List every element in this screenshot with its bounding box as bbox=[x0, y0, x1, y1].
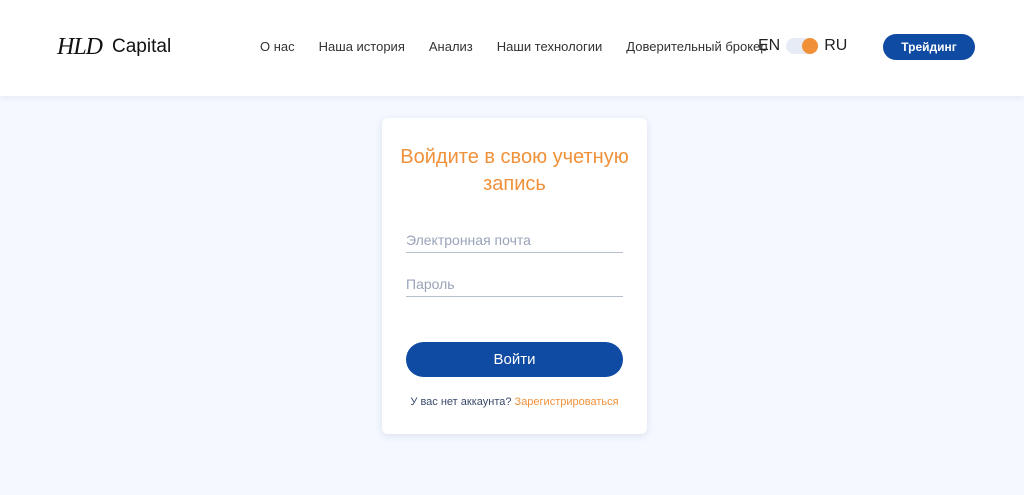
logo-mark: HLD bbox=[57, 33, 103, 60]
nav-history[interactable]: Наша история bbox=[319, 39, 405, 54]
lang-en-label[interactable]: EN bbox=[758, 37, 780, 55]
lang-ru-label[interactable]: RU bbox=[824, 37, 847, 55]
nav-analysis[interactable]: Анализ bbox=[429, 39, 473, 54]
language-switcher: EN RU bbox=[758, 37, 847, 55]
main-nav: О нас Наша история Анализ Наши технологи… bbox=[260, 39, 792, 54]
register-link[interactable]: Зарегистрироваться bbox=[515, 396, 619, 408]
email-field[interactable] bbox=[406, 231, 623, 253]
login-button[interactable]: Войти bbox=[406, 342, 623, 377]
trading-button[interactable]: Трейдинг bbox=[883, 34, 975, 60]
password-field[interactable] bbox=[406, 275, 623, 297]
logo[interactable]: HLD Capital bbox=[57, 34, 171, 60]
register-prompt: У вас нет аккаунта? Зарегистрироваться bbox=[382, 396, 647, 408]
language-toggle[interactable] bbox=[786, 38, 819, 54]
toggle-knob bbox=[802, 38, 819, 54]
logo-text: Capital bbox=[112, 36, 172, 57]
site-header: HLD Capital О нас Наша история Анализ На… bbox=[0, 0, 1024, 96]
nav-about[interactable]: О нас bbox=[260, 39, 295, 54]
login-card: Войдите в свою учетную запись Войти У ва… bbox=[382, 118, 647, 434]
no-account-text: У вас нет аккаунта? bbox=[410, 396, 512, 408]
nav-trust-broker[interactable]: Доверительный брокер bbox=[626, 39, 767, 54]
login-title: Войдите в свою учетную запись bbox=[400, 146, 629, 195]
nav-technologies[interactable]: Наши технологии bbox=[497, 39, 603, 54]
